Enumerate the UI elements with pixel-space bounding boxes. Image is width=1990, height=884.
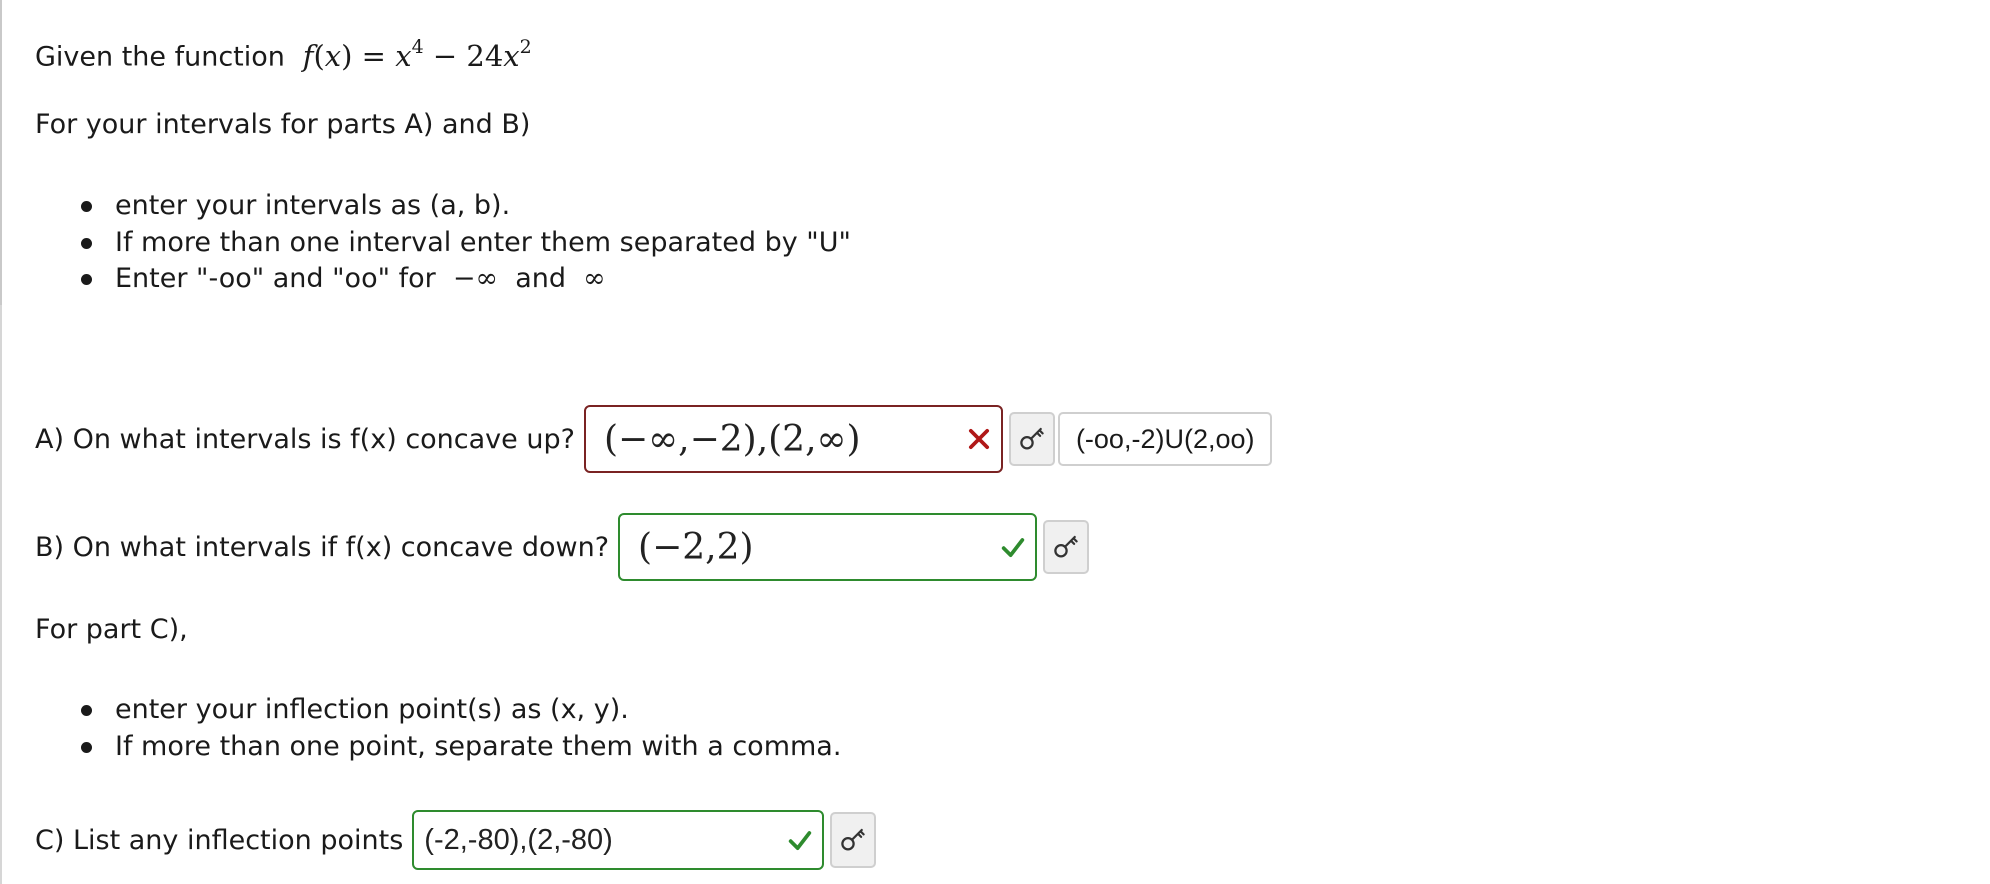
question-a-answer-input[interactable]: (−∞,−2),(2,∞) xyxy=(583,405,1003,473)
question-c-row: C) List any inflection points (-2,-80),(… xyxy=(35,810,877,870)
page-left-border-bottom xyxy=(0,305,2,884)
question-c-answer-input[interactable]: (-2,-80),(2,-80) xyxy=(412,810,825,870)
list-item: Enter "-oo" and "oo" for −∞ and ∞ xyxy=(0,261,851,298)
question-b-row: B) On what intervals if f(x) concave dow… xyxy=(35,513,1090,581)
question-a-correct-answer: (-oo,-2)U(2,oo) xyxy=(1057,412,1273,466)
question-c-show-answer-button[interactable] xyxy=(830,812,877,868)
key-icon xyxy=(1020,427,1044,450)
key-icon xyxy=(1054,535,1078,558)
question-b-answer-input[interactable]: (−2,2) xyxy=(618,513,1038,581)
function-expression: f(x) = x4 − 24x2 xyxy=(302,36,532,73)
question-c-answer-value: (-2,-80),(2,-80) xyxy=(424,823,613,856)
list-item: enter your inflection point(s) as (x, y)… xyxy=(0,692,841,729)
instructions-ab-heading: For your intervals for parts A) and B) xyxy=(35,109,531,140)
list-item: If more than one point, separate them wi… xyxy=(0,729,841,766)
question-b-show-answer-button[interactable] xyxy=(1043,520,1090,574)
check-mark-icon xyxy=(1001,538,1025,558)
instructions-c-list: enter your inflection point(s) as (x, y)… xyxy=(0,692,841,765)
question-a-show-answer-button[interactable] xyxy=(1008,412,1055,466)
instructions-c-heading: For part C), xyxy=(35,614,188,645)
question-b-label: B) On what intervals if f(x) concave dow… xyxy=(35,531,610,563)
intro-line: Given the function f(x) = x4 − 24x2 xyxy=(35,32,532,75)
list-item: enter your intervals as (a, b). xyxy=(0,188,851,225)
question-a-row: A) On what intervals is f(x) concave up?… xyxy=(35,405,1273,473)
list-item: If more than one interval enter them sep… xyxy=(0,225,851,262)
question-a-label: A) On what intervals is f(x) concave up? xyxy=(35,423,575,455)
question-c-label: C) List any inflection points xyxy=(35,824,404,856)
x-mark-icon xyxy=(968,428,989,450)
question-a-answer-value: (−∞,−2),(2,∞) xyxy=(603,418,861,460)
instructions-ab-list: enter your intervals as (a, b). If more … xyxy=(0,188,851,298)
intro-lead: Given the function xyxy=(35,41,285,73)
check-mark-icon xyxy=(789,831,812,851)
neg-infinity-symbol: −∞ xyxy=(444,263,507,294)
question-b-answer-value: (−2,2) xyxy=(638,526,754,568)
infinity-symbol: ∞ xyxy=(574,263,606,294)
key-icon xyxy=(841,828,866,851)
